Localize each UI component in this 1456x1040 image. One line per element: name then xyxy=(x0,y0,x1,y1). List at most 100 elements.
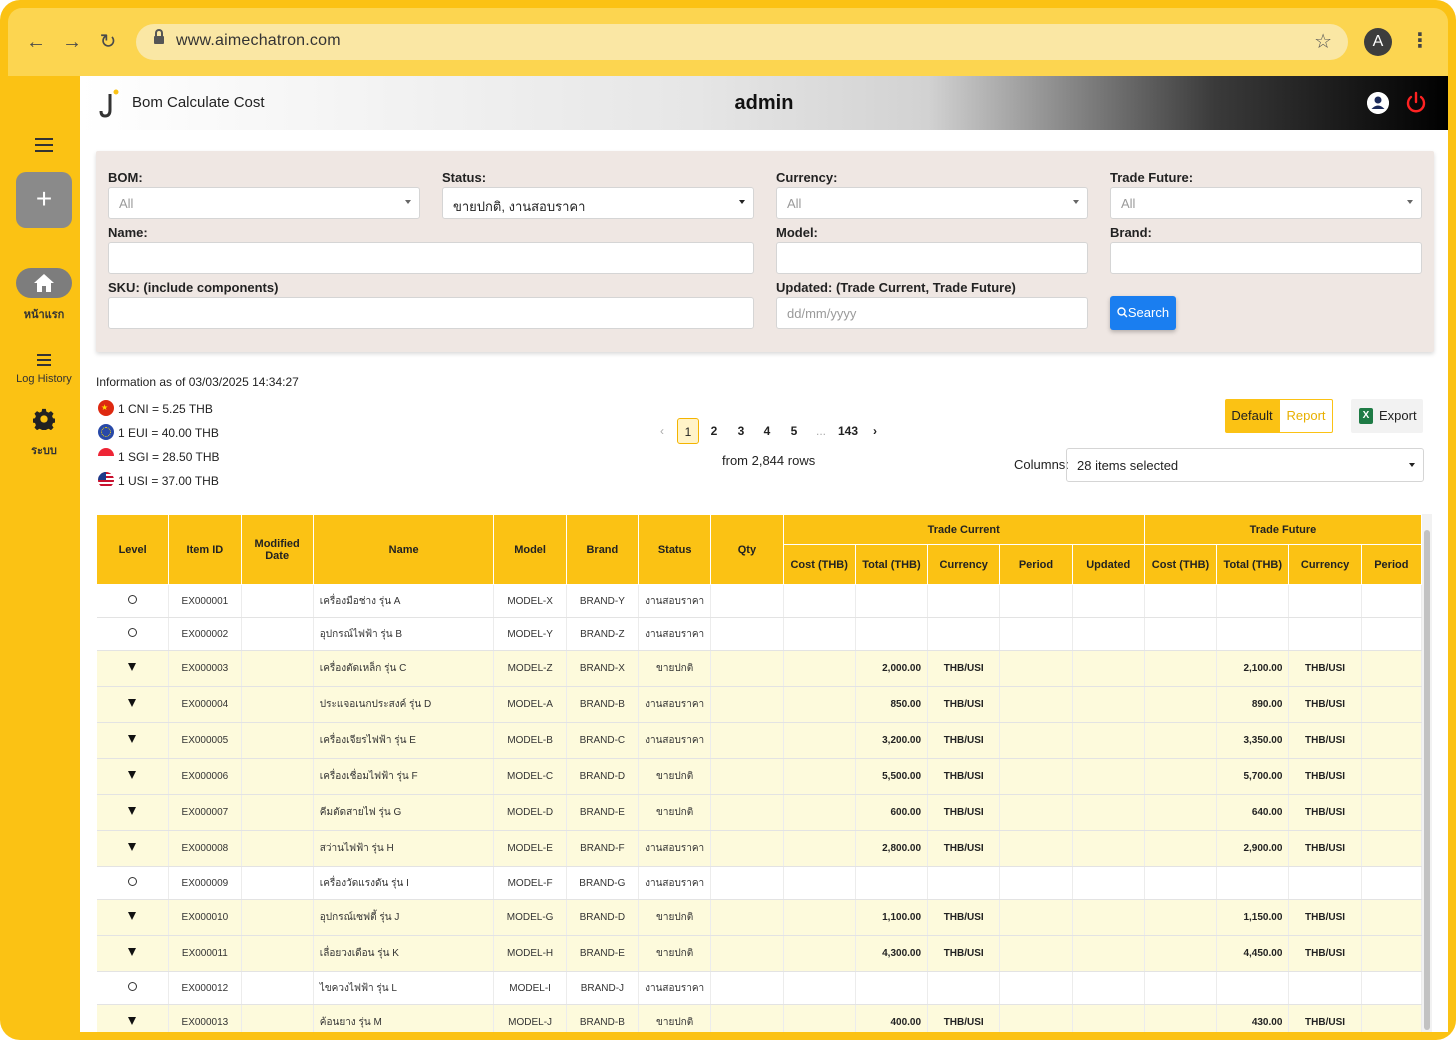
cell-tc-updated xyxy=(1072,899,1145,936)
reload-icon[interactable]: ↻ xyxy=(96,30,120,54)
rate-text: 1 SGI = 28.50 THB xyxy=(118,450,220,464)
col-header-qty[interactable]: Qty xyxy=(710,514,784,585)
trade-future-select[interactable]: All xyxy=(1110,187,1422,219)
search-icon xyxy=(1117,307,1128,318)
search-button[interactable]: Search xyxy=(1110,296,1176,330)
expand-triangle-icon[interactable] xyxy=(128,948,137,956)
col-header-tf-cost[interactable]: Cost (THB) xyxy=(1143,544,1218,585)
columns-select[interactable]: 28 items selected xyxy=(1066,448,1424,482)
expand-triangle-icon[interactable] xyxy=(128,843,137,851)
menu-toggle-icon[interactable] xyxy=(35,138,53,152)
url-text[interactable]: www.aimechatron.com xyxy=(176,32,341,50)
cell-modified-date xyxy=(241,650,314,687)
model-input[interactable] xyxy=(776,242,1088,274)
table-row[interactable]: EX000005 เครื่องเจียรไฟฟ้า รุ่น E MODEL-B B… xyxy=(96,722,1422,759)
name-input[interactable] xyxy=(108,242,754,274)
sidebar-item-home-label[interactable]: หน้าแรก xyxy=(8,305,80,323)
cell-brand: BRAND-D xyxy=(566,758,640,795)
leaf-circle-icon xyxy=(127,595,137,604)
list-icon[interactable] xyxy=(37,354,51,366)
expand-triangle-icon[interactable] xyxy=(128,663,137,671)
default-view-button[interactable]: Default xyxy=(1225,399,1279,433)
table-row[interactable]: EX000010 อุปกรณ์เซฟตี้ รุ่น J MODEL-G BRAND… xyxy=(96,899,1422,936)
cell-tf-period xyxy=(1361,758,1422,795)
expand-triangle-icon[interactable] xyxy=(128,807,137,815)
add-button[interactable]: + xyxy=(16,172,72,228)
expand-triangle-icon[interactable] xyxy=(128,735,137,743)
col-header-tc-total[interactable]: Total (THB) xyxy=(854,544,929,585)
pagination-next[interactable]: › xyxy=(865,418,885,444)
cell-brand: BRAND-B xyxy=(566,686,640,723)
cell-model: MODEL-A xyxy=(493,686,567,723)
table-row[interactable]: EX000007 คีมตัดสายไฟ รุ่น G MODEL-D BRAND-E… xyxy=(96,794,1422,831)
table-row[interactable]: EX000003 เครื่องตัดเหล็ก รุ่น C MODEL-Z BRA… xyxy=(96,650,1422,687)
currency-select[interactable]: All xyxy=(776,187,1088,219)
table-row[interactable]: EX000002 อุปกรณ์ไฟฟ้า รุ่น B MODEL-Y BRAND-… xyxy=(96,617,1422,651)
expand-triangle-icon[interactable] xyxy=(128,699,137,707)
table-row[interactable]: EX000001 เครื่องมือช่าง รุ่น A MODEL-X BRAN… xyxy=(96,584,1422,618)
browser-menu-icon[interactable]: ⋮ xyxy=(1410,26,1430,56)
status-select[interactable]: ขายปกติ, งานสอบราคา xyxy=(442,187,754,219)
pagination-page-2[interactable]: 2 xyxy=(704,418,724,444)
back-arrow-icon[interactable]: ← xyxy=(24,30,48,54)
col-header-model[interactable]: Model xyxy=(493,514,567,585)
table-row[interactable]: EX000012 ไขควงไฟฟ้า รุ่น L MODEL-I BRAND-J ง… xyxy=(96,971,1422,1005)
rate-text: 1 CNI = 5.25 THB xyxy=(118,402,213,416)
bom-select[interactable]: All xyxy=(108,187,420,219)
table-row[interactable]: EX000013 ค้อนยาง รุ่น M MODEL-J BRAND-B ขายป… xyxy=(96,1004,1422,1032)
profile-avatar[interactable]: A xyxy=(1364,28,1392,56)
expand-triangle-icon[interactable] xyxy=(128,912,137,920)
expand-triangle-icon[interactable] xyxy=(128,771,137,779)
cell-item-id: EX000012 xyxy=(168,971,242,1005)
cell-item-id: EX000006 xyxy=(168,758,242,795)
col-header-tf-currency[interactable]: Currency xyxy=(1288,544,1362,585)
updated-date-input[interactable]: dd/mm/yyyy xyxy=(776,297,1088,329)
forward-arrow-icon[interactable]: → xyxy=(60,30,84,54)
table-row[interactable]: EX000004 ประแจอเนกประสงค์ รุ่น D MODEL-A BR… xyxy=(96,686,1422,723)
brand-input[interactable] xyxy=(1110,242,1422,274)
sku-input[interactable] xyxy=(108,297,754,329)
cell-tf-total: 5,700.00 xyxy=(1216,758,1290,795)
pagination-page-1[interactable]: 1 xyxy=(677,418,699,444)
col-header-status[interactable]: Status xyxy=(637,514,712,585)
col-header-tc-period[interactable]: Period xyxy=(999,544,1073,585)
bookmark-star-icon[interactable]: ☆ xyxy=(1314,29,1332,54)
col-header-tc-updated[interactable]: Updated xyxy=(1071,544,1145,585)
sidebar-item-home[interactable] xyxy=(16,268,72,298)
pagination-page-last[interactable]: 143 xyxy=(834,418,862,444)
report-view-button[interactable]: Report xyxy=(1279,399,1333,433)
pagination-page-5[interactable]: 5 xyxy=(784,418,804,444)
col-header-level[interactable]: Level xyxy=(96,514,170,585)
pagination-page-4[interactable]: 4 xyxy=(757,418,777,444)
export-button[interactable]: X Export xyxy=(1351,399,1423,433)
col-header-tf-period[interactable]: Period xyxy=(1360,544,1422,585)
address-bar[interactable]: www.aimechatron.com ☆ xyxy=(136,24,1348,60)
cell-item-id: EX000010 xyxy=(168,899,242,936)
col-header-name[interactable]: Name xyxy=(312,514,495,585)
col-header-tc-cost[interactable]: Cost (THB) xyxy=(782,544,856,585)
sidebar-item-log-history[interactable]: Log History xyxy=(8,373,80,385)
table-row[interactable]: EX000009 เครื่องวัดแรงดัน รุ่น I MODEL-F BR… xyxy=(96,866,1422,900)
sidebar-item-system[interactable]: ระบบ xyxy=(8,441,80,459)
table-row[interactable]: EX000006 เครื่องเชื่อมไฟฟ้า รุ่น F MODEL-C… xyxy=(96,758,1422,795)
table-scrollbar-thumb[interactable] xyxy=(1424,530,1430,1030)
expand-triangle-icon[interactable] xyxy=(128,1017,137,1025)
pagination-page-3[interactable]: 3 xyxy=(731,418,751,444)
pagination-prev[interactable]: ‹ xyxy=(652,418,672,444)
table-row[interactable]: EX000008 สว่านไฟฟ้า รุ่น H MODEL-E BRAND-F ง… xyxy=(96,830,1422,867)
power-logout-icon[interactable] xyxy=(1405,91,1427,115)
trade-future-label: Trade Future: xyxy=(1110,170,1194,185)
col-group-trade-future: Trade Future xyxy=(1143,514,1422,545)
gear-icon[interactable] xyxy=(33,408,55,430)
col-header-tf-total[interactable]: Total (THB) xyxy=(1216,544,1290,585)
col-header-modified-date[interactable]: Modified Date xyxy=(240,514,314,585)
col-header-item-id[interactable]: Item ID xyxy=(168,514,242,585)
user-profile-icon[interactable] xyxy=(1367,92,1389,114)
cell-brand: BRAND-B xyxy=(566,1004,640,1032)
col-header-brand[interactable]: Brand xyxy=(565,514,640,585)
cell-modified-date xyxy=(241,971,314,1005)
cell-brand: BRAND-Y xyxy=(566,584,640,618)
col-header-tc-currency[interactable]: Currency xyxy=(927,544,1001,585)
table-row[interactable]: EX000011 เลื่อยวงเดือน รุ่น K MODEL-H BRAND… xyxy=(96,935,1422,972)
cell-tc-updated xyxy=(1072,1004,1145,1032)
